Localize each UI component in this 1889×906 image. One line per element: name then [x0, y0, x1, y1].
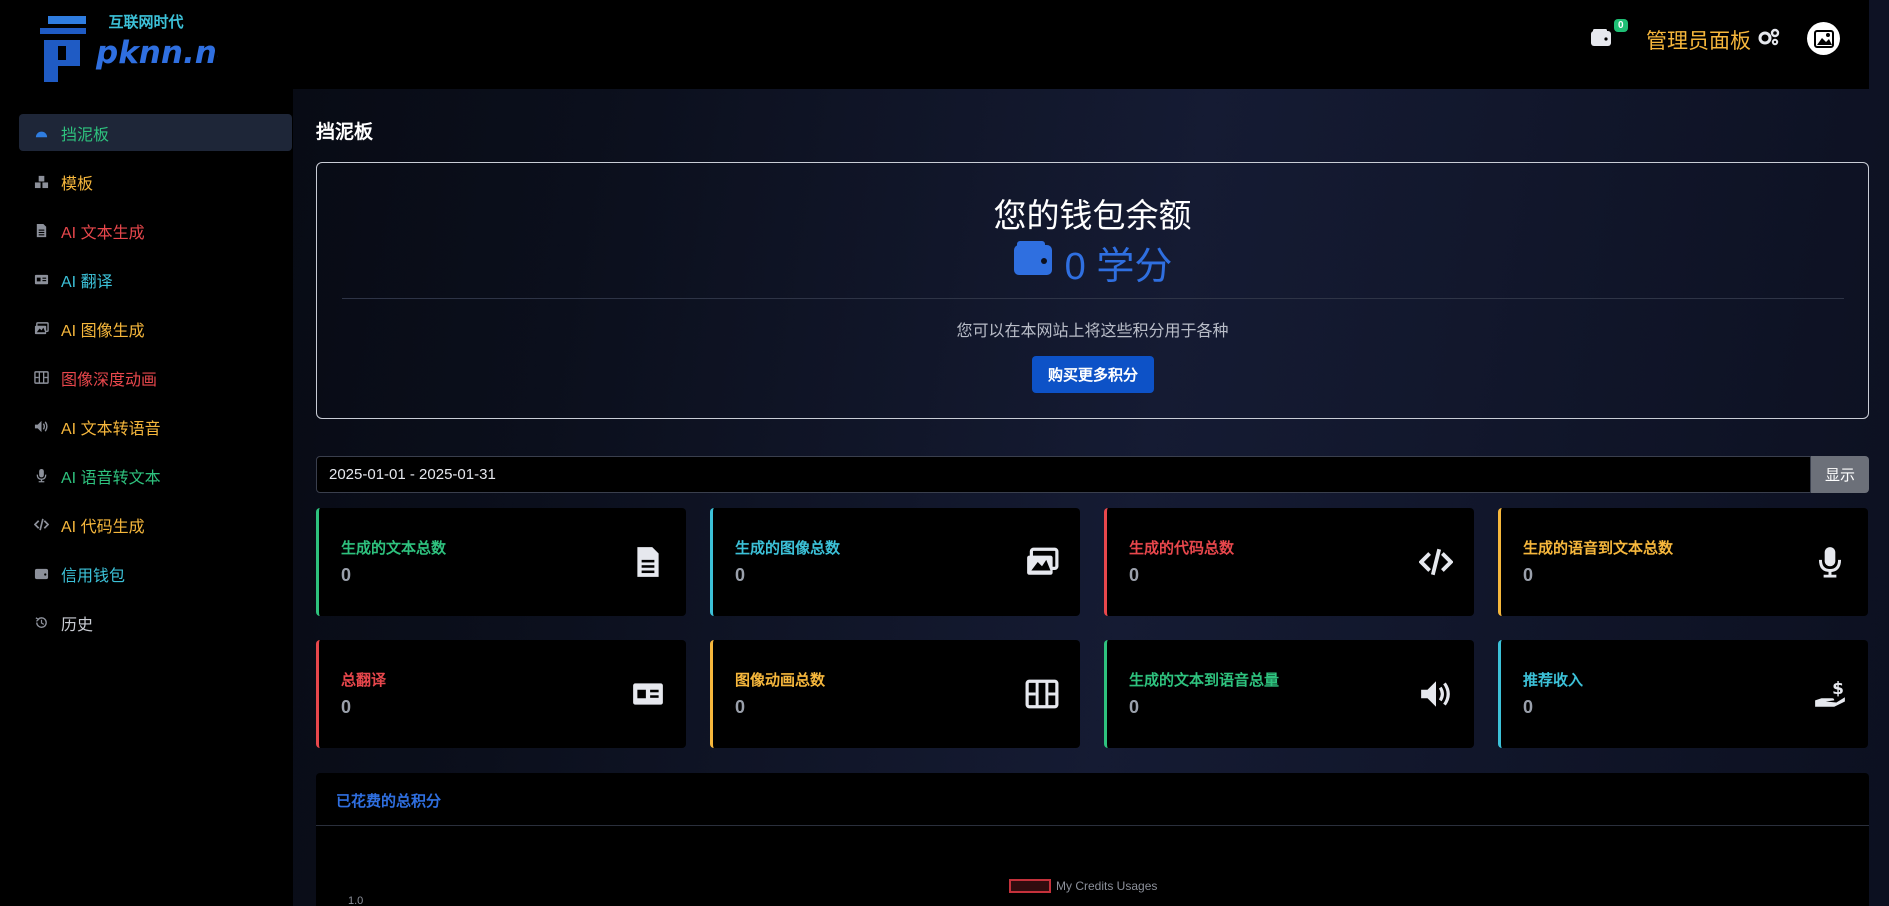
topbar: [285, 0, 1869, 89]
wallet-count-badge: 0: [1614, 19, 1628, 32]
stat-value: 0: [1129, 697, 1140, 717]
sidebar-item-label: 模板: [61, 175, 94, 193]
sidebar-item-label: 信用钱包: [61, 567, 126, 585]
sidebar-item-label: 挡泥板: [61, 126, 110, 144]
sidebar-item-2[interactable]: AI 文本生成: [19, 212, 292, 249]
dashboard-icon: [33, 125, 49, 141]
hand-dollar-icon: $: [1810, 674, 1850, 714]
stat-label: 生成的语音到文本总数: [1523, 540, 1674, 557]
avatar[interactable]: [1807, 22, 1840, 55]
stat-value: 0: [1523, 697, 1534, 717]
sidebar-item-label: AI 代码生成: [61, 518, 145, 536]
stat-card: 生成的图像总数 0: [710, 508, 1080, 616]
stat-value: 0: [1129, 565, 1140, 585]
code-icon: [33, 517, 49, 533]
wallet-icon: [33, 566, 49, 582]
sidebar-item-4[interactable]: AI 图像生成: [19, 310, 292, 347]
chart-title: 已花费的总积分: [316, 773, 1869, 826]
speaker-icon: [33, 419, 49, 435]
divider: [342, 298, 1844, 299]
chart-legend[interactable]: My Credits Usages: [1009, 879, 1157, 893]
sidebar-item-label: AI 文本转语音: [61, 420, 161, 438]
sidebar-item-label: AI 语音转文本: [61, 469, 161, 487]
wallet-icon: [1013, 240, 1053, 286]
sidebar-item-0[interactable]: 挡泥板: [19, 114, 292, 151]
stat-label: 生成的文本到语音总量: [1129, 672, 1280, 689]
svg-text:$: $: [1832, 679, 1844, 699]
image-icon: [33, 321, 49, 337]
film-icon: [1022, 674, 1062, 714]
stat-card: 总翻译 0: [316, 640, 686, 748]
stat-value: 0: [735, 697, 746, 717]
sidebar-item-6[interactable]: AI 文本转语音: [19, 408, 292, 445]
wallet-balance-card: 您的钱包余额 0 学分 您可以在本网站上将这些积分用于各种 购买更多积分: [316, 162, 1869, 419]
logo-brand: pknn.net: [95, 35, 218, 71]
sidebar-item-label: 历史: [61, 616, 94, 634]
images-icon: [1022, 542, 1062, 582]
wallet-heading: 您的钱包余额: [993, 197, 1192, 234]
sidebar-nav: 挡泥板模板 AI 文本生成 AI 翻译 AI 图像生成 图像深度动画 AI 文本转语音 AI…: [19, 114, 292, 653]
code-icon: [1416, 542, 1456, 582]
sidebar-item-label: AI 翻译: [61, 273, 113, 291]
microphone-icon: [1810, 542, 1850, 582]
y-tick-label: 1.0: [348, 895, 364, 906]
stat-value: 0: [1523, 565, 1534, 585]
stat-value: 0: [341, 565, 352, 585]
admin-panel-link[interactable]: 管理员面板: [1646, 25, 1781, 55]
film-icon: [33, 370, 49, 386]
translate-icon: [33, 272, 49, 288]
admin-panel-label: 管理员面板: [1646, 30, 1751, 53]
sidebar-item-7[interactable]: AI 语音转文本: [19, 457, 292, 494]
sidebar-item-9[interactable]: 信用钱包: [19, 555, 292, 592]
stat-label: 生成的代码总数: [1129, 540, 1235, 557]
sidebar-item-1[interactable]: 模板: [19, 163, 292, 200]
buy-more-credits-button[interactable]: 购买更多积分: [1032, 356, 1154, 393]
history-icon: [33, 615, 49, 631]
sidebar-item-label: 图像深度动画: [61, 371, 158, 389]
site-logo[interactable]: 互联网时代 pknn.net: [38, 10, 254, 90]
sidebar-item-5[interactable]: 图像深度动画: [19, 359, 292, 396]
stat-value: 0: [735, 565, 746, 585]
stat-label: 生成的图像总数: [735, 540, 841, 557]
translate-icon: [628, 674, 668, 714]
stat-card: 生成的文本到语音总量 0: [1104, 640, 1474, 748]
stat-label: 总翻译: [341, 672, 387, 689]
stat-card: 生成的代码总数 0: [1104, 508, 1474, 616]
templates-icon: [33, 174, 49, 190]
stat-value: 0: [341, 697, 352, 717]
sidebar-item-8[interactable]: AI 代码生成: [19, 506, 292, 543]
sidebar-item-3[interactable]: AI 翻译: [19, 261, 292, 298]
logo-tagline: 互联网时代: [108, 13, 183, 31]
microphone-icon: [33, 468, 49, 484]
page-title: 挡泥板: [316, 122, 374, 143]
show-button[interactable]: 显示: [1811, 456, 1869, 493]
sidebar-item-label: AI 图像生成: [61, 322, 145, 340]
gears-icon: [1757, 28, 1781, 52]
credits-spent-chart: 已花费的总积分 My Credits Usages 1.0: [316, 773, 1869, 906]
document-icon: [628, 542, 668, 582]
stat-label: 推荐收入: [1523, 672, 1584, 689]
stat-card: 生成的文本总数 0: [316, 508, 686, 616]
wallet-amount: 0 学分: [317, 235, 1868, 290]
sidebar-item-10[interactable]: 历史: [19, 604, 292, 641]
legend-swatch: [1009, 879, 1051, 893]
stat-card: 图像动画总数 0: [710, 640, 1080, 748]
speaker-icon: [1416, 674, 1456, 714]
stat-card: 生成的语音到文本总数 0: [1498, 508, 1868, 616]
date-range-input[interactable]: [316, 456, 1811, 493]
legend-label: My Credits Usages: [1056, 879, 1158, 893]
wallet-icon[interactable]: [1590, 28, 1612, 48]
stat-label: 图像动画总数: [735, 672, 826, 689]
date-range-row: 显示: [316, 456, 1869, 493]
document-icon: [33, 223, 49, 239]
sidebar-item-label: AI 文本生成: [61, 224, 145, 242]
stat-card: 推荐收入 0 $: [1498, 640, 1868, 748]
stat-label: 生成的文本总数: [341, 540, 447, 557]
wallet-description: 您可以在本网站上将这些积分用于各种: [956, 323, 1229, 340]
wallet-amount-text: 0 学分: [1064, 246, 1173, 288]
sidebar: 互联网时代 pknn.net 挡泥板模板 AI 文本生成 AI 翻译 AI 图像生成图…: [0, 0, 293, 906]
